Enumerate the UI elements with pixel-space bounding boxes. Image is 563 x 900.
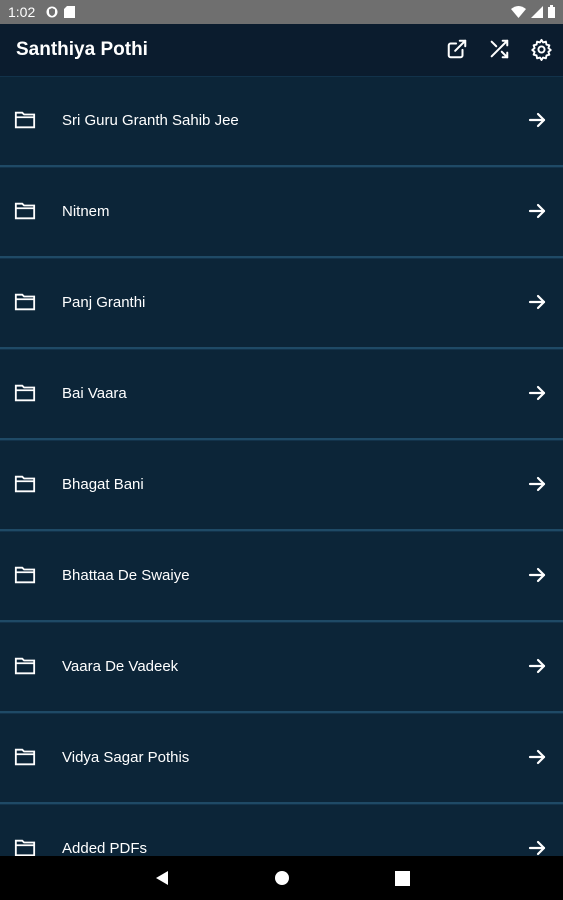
arrow-right-icon: [528, 203, 546, 219]
list-item-label: Bai Vaara: [62, 385, 127, 402]
settings-button[interactable]: [529, 37, 553, 61]
list-item-label: Nitnem: [62, 203, 110, 220]
status-right-icons: [511, 5, 555, 18]
list-item-label: Sri Guru Granth Sahib Jee: [62, 112, 239, 129]
section-list: Sri Guru Granth Sahib Jee Nitnem Panj Gr…: [0, 76, 563, 856]
back-button[interactable]: [152, 868, 172, 888]
folder-icon: [14, 293, 36, 311]
list-item-label: Vidya Sagar Pothis: [62, 749, 190, 766]
arrow-right-icon: [528, 385, 546, 401]
folder-icon: [14, 111, 36, 129]
status-left-icons: [46, 6, 75, 18]
arrow-right-icon: [528, 840, 546, 856]
home-icon: [275, 871, 289, 885]
battery-icon: [548, 5, 555, 18]
arrow-right-icon: [528, 294, 546, 310]
list-item[interactable]: Sri Guru Granth Sahib Jee: [0, 76, 563, 167]
list-item-label: Panj Granthi: [62, 294, 146, 311]
home-button[interactable]: [272, 868, 292, 888]
app-bar: Santhiya Pothi: [0, 24, 563, 76]
list-item[interactable]: Bai Vaara: [0, 349, 563, 440]
arrow-right-icon: [528, 749, 546, 765]
back-icon: [156, 871, 168, 885]
recents-button[interactable]: [392, 868, 412, 888]
list-item-label: Vaara De Vadeek: [62, 658, 179, 675]
list-item-label: Added PDFs: [62, 840, 148, 856]
list-item-label: Bhagat Bani: [62, 476, 144, 493]
list-item[interactable]: Vidya Sagar Pothis: [0, 713, 563, 804]
navigation-bar: [0, 856, 563, 900]
signal-icon: [531, 5, 543, 18]
folder-icon: [14, 748, 36, 766]
wifi-icon: [511, 5, 526, 18]
status-time: 1:02: [8, 4, 36, 20]
folder-icon: [14, 657, 36, 675]
app-title: Santhiya Pothi: [16, 39, 148, 60]
list-item[interactable]: Added PDFs: [0, 804, 563, 856]
folder-icon: [14, 566, 36, 584]
settings-icon: [530, 38, 552, 61]
folder-icon: [14, 475, 36, 493]
status-bar: 1:02: [0, 0, 563, 24]
arrow-right-icon: [528, 658, 546, 674]
open-external-icon: [447, 39, 467, 59]
folder-icon: [14, 839, 36, 856]
arrow-right-icon: [528, 567, 546, 583]
recents-icon: [394, 870, 410, 886]
list-item[interactable]: Panj Granthi: [0, 258, 563, 349]
list-item[interactable]: Nitnem: [0, 167, 563, 258]
list-item-label: Bhattaa De Swaiye: [62, 567, 190, 584]
list-item[interactable]: Bhagat Bani: [0, 440, 563, 531]
folder-icon: [14, 202, 36, 220]
app-actions: [445, 37, 553, 61]
arrow-right-icon: [528, 112, 546, 128]
shuffle-button[interactable]: [487, 37, 511, 61]
folder-icon: [14, 384, 36, 402]
sd-card-icon: [64, 6, 75, 18]
arrow-right-icon: [528, 476, 546, 492]
open-external-button[interactable]: [445, 37, 469, 61]
list-item[interactable]: Bhattaa De Swaiye: [0, 531, 563, 622]
shield-icon: [46, 6, 58, 18]
list-item[interactable]: Vaara De Vadeek: [0, 622, 563, 713]
shuffle-icon: [490, 39, 509, 59]
